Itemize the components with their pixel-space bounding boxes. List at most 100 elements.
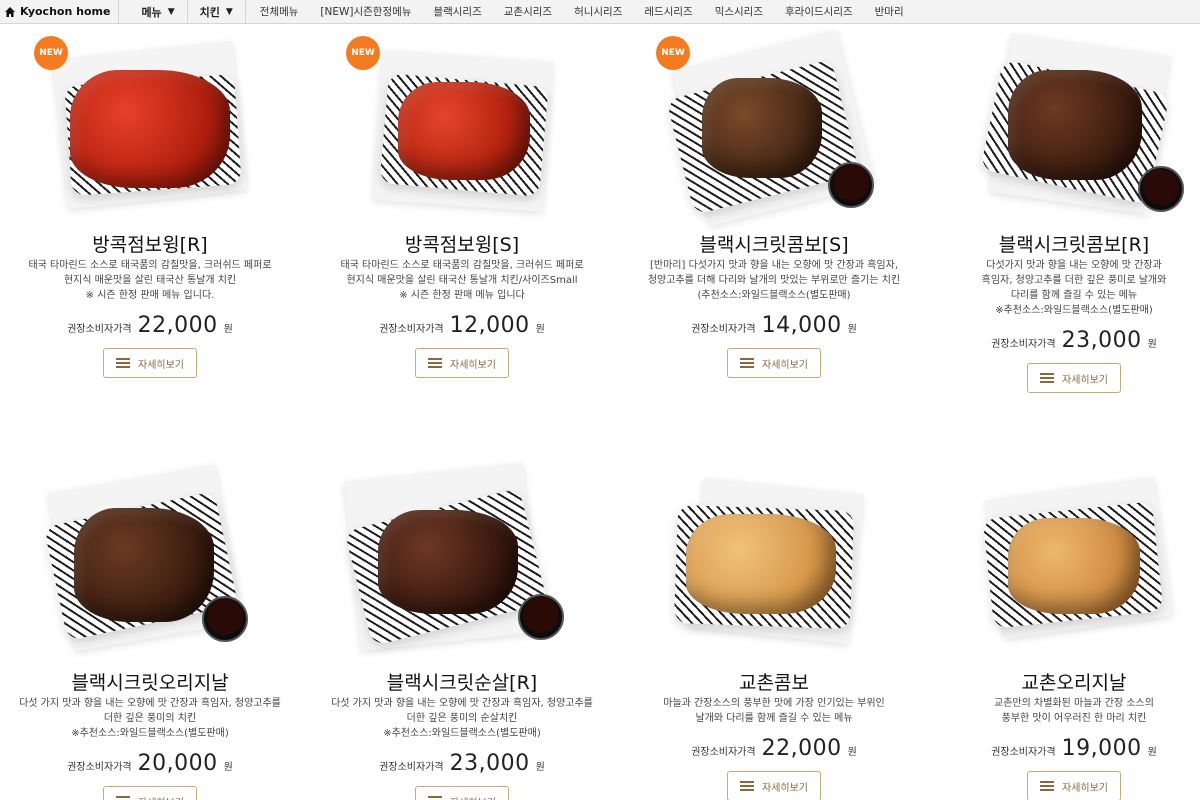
description-line: ※추천소스:와일드블랙소스(별도판매) [71,728,229,739]
product-card[interactable]: 교촌오리지날 교촌만의 차별화된 마늘과 간장 소스의 풍부한 맛이 어우러진 … [924,468,1200,800]
description-line: 다섯 가지 맛과 향을 내는 오향에 맛 간장과 흑임자, 청양고추를 [331,698,593,709]
product-name: 블랙시크릿오리지날 [71,672,229,694]
description-line: ※추천소스:와일드블랙소스(별도판매) [383,728,541,739]
product-photo[interactable] [924,30,1200,220]
description-line: ※ 시즌 한정 판매 메뉴 입니다 [399,290,525,301]
detail-button[interactable]: 자세히보기 [103,348,197,378]
product-photo[interactable] [924,468,1200,658]
price-row: 권장소비자가격 23,000 원 [924,328,1200,353]
price-row: 권장소비자가격 14,000 원 [624,313,924,338]
menu-lines-icon [740,781,754,791]
menu-lines-icon [428,358,442,368]
product-card[interactable]: 블랙시크릿콤보[R] 다섯가지 맛과 향을 내는 오향에 맛 간장과 흑임자, … [924,30,1200,393]
product-photo[interactable] [312,463,612,658]
category-tab-all[interactable]: 전체메뉴 [246,4,310,19]
top-nav-bar: Kyochon home 메뉴 ▼ 치킨 ▼ 전체메뉴 [NEW]시즌한정메뉴 … [0,0,1200,24]
detail-button[interactable]: 자세히보기 [727,771,821,800]
menu-lines-icon [1040,781,1054,791]
product-name: 교촌오리지날 [1021,672,1127,694]
category-tab-mix[interactable]: 믹스시리즈 [704,4,774,19]
sauce-cup [518,594,564,640]
description-line: [반마리] 다섯가지 맛과 향을 내는 오향에 맛 간장과 흑임자, [649,260,898,271]
category-tab-red[interactable]: 레드시리즈 [633,4,703,19]
home-label: Kyochon home [20,5,111,18]
currency-unit: 원 [847,747,857,758]
price-value: 19,000 [1061,736,1142,761]
menu-lines-icon [1040,373,1054,383]
menu-lines-icon [116,358,130,368]
product-photo[interactable]: NEW [624,29,924,227]
price-value: 12,000 [449,313,530,338]
price-value: 22,000 [761,736,842,761]
price-label: 권장소비자가격 [991,339,1056,350]
price-label: 권장소비자가격 [67,762,132,773]
menu-dropdown-label: 메뉴 [141,5,162,19]
category-tabs: 전체메뉴 [NEW]시즌한정메뉴 블랙시리즈 교촌시리즈 허니시리즈 레드시리즈… [244,0,915,23]
home-link[interactable]: Kyochon home [0,0,118,23]
category-tab-half[interactable]: 반마리 [864,4,915,19]
description-line: ※ 시즌 한정 판매 메뉴 입니다. [85,290,215,301]
sauce-cup [202,596,248,642]
home-icon [5,6,15,17]
product-photo[interactable]: NEW [0,30,300,220]
category-tab-new-season[interactable]: [NEW]시즌한정메뉴 [309,4,422,19]
detail-button[interactable]: 자세히보기 [1027,363,1121,393]
product-photo[interactable] [624,468,924,658]
caret-down-icon: ▼ [225,6,233,17]
category-tab-fried[interactable]: 후라이드시리즈 [774,4,864,19]
detail-button-label: 자세히보기 [138,359,184,371]
detail-button[interactable]: 자세히보기 [1027,771,1121,800]
price-label: 권장소비자가격 [379,324,444,335]
currency-unit: 원 [1147,339,1157,350]
description-line: 현지식 매운맛을 살린 태국산 통날개 치킨 [63,275,237,286]
product-photo[interactable] [0,464,300,658]
detail-button[interactable]: 자세히보기 [415,348,509,378]
product-name: 교촌콤보 [739,672,809,694]
sauce-cup [828,162,874,208]
product-card[interactable]: NEW 블랙시크릿콤보[S] [반마리] 다섯가지 맛과 향을 내는 오향에 맛… [624,29,924,378]
menu-lines-icon [116,796,130,800]
detail-button[interactable]: 자세히보기 [727,348,821,378]
product-description: 다섯 가지 맛과 향을 내는 오향에 맛 간장과 흑임자, 청양고추를 더한 깊… [312,696,612,741]
category-tab-kyochon[interactable]: 교촌시리즈 [493,4,563,19]
price-value: 20,000 [137,751,218,776]
product-name: 방콕점보윙[S] [404,234,520,256]
detail-button[interactable]: 자세히보기 [103,786,197,800]
price-value: 23,000 [449,751,530,776]
product-description: 태국 타마린드 소스로 태국품의 감칠맛을, 크러쉬드 페퍼로 현지식 매운맛을… [0,258,300,303]
currency-unit: 원 [223,324,233,335]
description-line: 흑임자, 청양고추를 더한 깊은 풍미로 날개와 [981,275,1167,286]
price-row: 권장소비자가격 22,000 원 [0,313,300,338]
product-card[interactable]: 블랙시크릿순살[R] 다섯 가지 맛과 향을 내는 오향에 맛 간장과 흑임자,… [312,463,612,800]
menu-dropdown[interactable]: 메뉴 ▼ [118,0,186,23]
product-card[interactable]: 블랙시크릿오리지날 다섯 가지 맛과 향을 내는 오향에 맛 간장과 흑임자, … [0,464,300,800]
menu-lines-icon [428,796,442,800]
price-label: 권장소비자가격 [691,324,756,335]
product-description: 다섯가지 맛과 향을 내는 오향에 맛 간장과 흑임자, 청양고추를 더한 깊은… [924,258,1200,318]
chicken-dropdown-label: 치킨 [199,5,220,19]
price-value: 14,000 [761,313,842,338]
product-description: 다섯 가지 맛과 향을 내는 오향에 맛 간장과 흑임자, 청양고추를 더한 깊… [0,696,300,741]
product-photo[interactable]: NEW [312,30,612,220]
category-tab-honey[interactable]: 허니시리즈 [563,4,633,19]
price-value: 22,000 [137,313,218,338]
currency-unit: 원 [535,762,545,773]
product-card[interactable]: NEW 방콕점보윙[S] 태국 타마린드 소스로 태국품의 감칠맛을, 크러쉬드… [312,30,612,378]
new-badge: NEW [656,36,690,70]
description-line: 다리를 함께 즐길 수 있는 메뉴 [1010,290,1138,301]
detail-button-label: 자세히보기 [1062,374,1108,386]
description-line: 더한 깊은 풍미의 치킨 [103,713,197,724]
product-description: 태국 타마린드 소스로 태국품의 감칠맛을, 크러쉬드 페퍼로 현지식 매운맛을… [312,258,612,303]
description-line: 마늘과 간장소스의 풍부한 맛에 가장 인기있는 부위인 [663,698,885,709]
price-row: 권장소비자가격 23,000 원 [312,751,612,776]
chicken-dropdown[interactable]: 치킨 ▼ [186,0,245,23]
product-card[interactable]: NEW 방콕점보윙[R] 태국 타마린드 소스로 태국품의 감칠맛을, 크러쉬드… [0,30,300,378]
sauce-cup [1138,166,1184,212]
detail-button[interactable]: 자세히보기 [415,786,509,800]
product-card[interactable]: 교촌콤보 마늘과 간장소스의 풍부한 맛에 가장 인기있는 부위인 날개와 다리… [624,468,924,800]
price-label: 권장소비자가격 [379,762,444,773]
category-tab-black[interactable]: 블랙시리즈 [422,4,492,19]
product-name: 방콕점보윙[R] [92,234,208,256]
detail-button-label: 자세히보기 [138,794,184,800]
product-name: 블랙시크릿콤보[R] [998,234,1150,256]
